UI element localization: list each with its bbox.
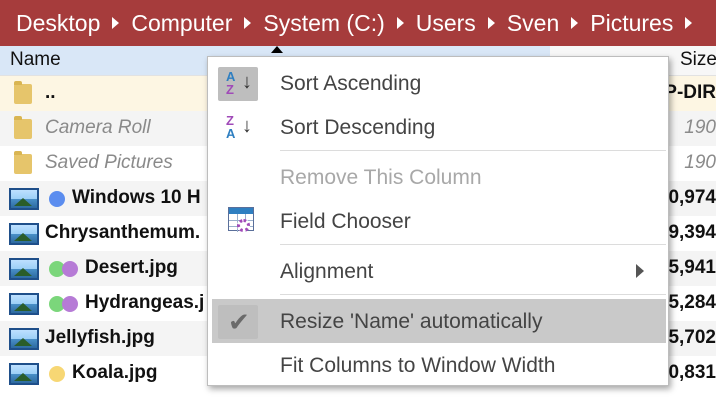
file-name: Hydrangeas.j [85,292,205,313]
file-size: 5,284 [668,292,716,313]
submenu-arrow-icon [636,264,644,278]
color-tag-icon [62,261,78,277]
menu-item-label: Fit Columns to Window Width [280,354,556,377]
size-column-header[interactable]: Size [680,49,716,71]
menu-item-remove-column[interactable]: Remove This Column [212,155,666,199]
menu-item-label: Resize 'Name' automatically [280,310,543,333]
file-name: Jellyfish.jpg [45,327,155,348]
file-name: .. [45,82,56,103]
file-size: P-DIR [664,82,716,103]
folder-icon [14,151,32,174]
file-size: 0,831 [668,362,716,383]
file-size: 9,394 [668,222,716,243]
file-size: 190 [684,117,716,138]
field-chooser-icon [218,205,258,239]
sort-ascending-indicator-icon [271,46,283,53]
name-column-label: Name [10,49,61,70]
sort-descending-icon: ZA ↓ [226,113,252,141]
file-size: 5,702 [668,327,716,348]
file-size: 190 [684,152,716,173]
parent-folder-icon [14,81,32,104]
file-size: 5,941 [668,257,716,278]
menu-item-sort-descending[interactable]: ZA ↓ Sort Descending [212,105,666,149]
menu-item-label: Sort Ascending [280,72,422,95]
menu-item-label: Remove This Column [280,166,482,189]
file-name: Saved Pictures [45,152,173,173]
sort-ascending-icon: AZ ↓ [218,67,258,101]
file-size: 0,974 [668,187,716,208]
file-name: Windows 10 H [72,187,201,208]
menu-item-label: Field Chooser [280,210,411,233]
image-file-icon [9,293,39,315]
breadcrumb-users[interactable]: Users [416,10,476,37]
breadcrumb-separator-icon[interactable] [685,17,693,29]
folder-icon [14,116,32,139]
breadcrumb-separator-icon[interactable] [571,17,579,29]
file-name: Desert.jpg [85,257,178,278]
image-file-icon [9,258,39,280]
breadcrumb-desktop[interactable]: Desktop [16,10,100,37]
image-file-icon [9,363,39,385]
menu-item-label: Alignment [280,260,374,283]
menu-item-alignment[interactable]: Alignment [212,249,666,293]
menu-divider [280,150,666,151]
column-context-menu: AZ ↓ Sort Ascending ZA ↓ Sort Descending… [207,56,669,386]
menu-divider [280,294,666,295]
file-name: Camera Roll [45,117,151,138]
breadcrumb: Desktop Computer System (C:) Users Sven … [0,0,716,46]
file-name: Chrysanthemum. [45,222,201,243]
breadcrumb-separator-icon[interactable] [396,17,404,29]
menu-item-field-chooser[interactable]: Field Chooser [212,199,666,243]
menu-item-label: Sort Descending [280,116,436,139]
checkmark-icon: ✔ [218,305,258,339]
breadcrumb-sven[interactable]: Sven [507,10,559,37]
file-name: Koala.jpg [72,362,158,383]
breadcrumb-separator-icon[interactable] [112,17,120,29]
image-file-icon [9,223,39,245]
image-file-icon [9,188,39,210]
menu-item-fit-columns[interactable]: Fit Columns to Window Width [212,343,666,387]
breadcrumb-separator-icon[interactable] [244,17,252,29]
image-file-icon [9,328,39,350]
menu-divider [280,244,666,245]
color-tag-icon [49,191,65,207]
menu-item-resize-name[interactable]: ✔ Resize 'Name' automatically [212,299,666,343]
breadcrumb-pictures[interactable]: Pictures [590,10,673,37]
menu-item-sort-ascending[interactable]: AZ ↓ Sort Ascending [212,61,666,105]
color-tag-icon [49,366,65,382]
color-tag-icon [62,296,78,312]
breadcrumb-system-drive[interactable]: System (C:) [263,10,384,37]
breadcrumb-separator-icon[interactable] [487,17,495,29]
breadcrumb-computer[interactable]: Computer [131,10,232,37]
